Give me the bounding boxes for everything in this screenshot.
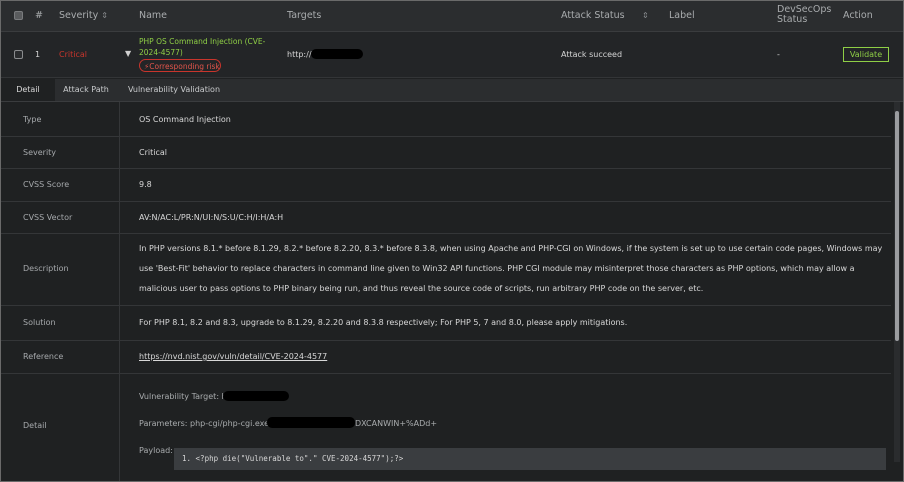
cvss-score-value: 9.8 [139,180,152,189]
header-targets: Targets [287,10,322,21]
target-value: http:// [287,50,312,59]
vuln-name-line2[interactable]: 2024-4577) [139,48,183,57]
reference-label: Reference [23,352,64,361]
scrollbar-thumb[interactable] [895,111,899,341]
detail-row-description: Description In PHP versions 8.1.* before… [1,233,891,306]
vulnerability-panel: # Severity ⇕ Name Targets Attack Status … [0,0,904,482]
table-row[interactable]: 1 Critical ▼ PHP OS Command Injection (C… [1,32,903,78]
severity-value: Critical [59,50,87,59]
detail-row-reference: Reference https://nvd.nist.gov/vuln/deta… [1,340,891,374]
header-name: Name [139,10,168,21]
header-severity[interactable]: Severity ⇕ [59,10,108,21]
sort-icon[interactable]: ⇕ [101,11,108,20]
detail-label: Detail [23,421,47,430]
header-label: Label [669,10,695,21]
description-value: In PHP versions 8.1.* before 8.1.29, 8.2… [139,244,883,293]
solution-label: Solution [23,318,56,327]
header-index: # [35,10,43,21]
detail-tabs: Detail Attack Path Vulnerability Validat… [1,79,903,102]
tab-vulnerability-validation[interactable]: Vulnerability Validation [121,79,227,101]
corresponding-risk-badge[interactable]: ⚡Corresponding risk [139,59,221,72]
row-index: 1 [35,50,41,59]
severity-label: Severity [23,148,57,157]
redacted-block [223,391,289,401]
type-label: Type [23,115,42,124]
vuln-name-line1[interactable]: PHP OS Command Injection (CVE- [139,37,265,46]
attack-status-sort-icon[interactable]: ⇕ [642,10,649,21]
devsecops-status-value: - [777,50,780,59]
description-label: Description [23,264,69,273]
header-devsecops-status: DevSecOps Status [777,4,832,25]
expand-caret-icon[interactable]: ▼ [125,49,131,58]
severity-detail-value: Critical [139,148,167,157]
detail-row-cvss-score: CVSS Score 9.8 [1,168,891,202]
payload-label: Payload: [139,446,173,455]
detail-row-solution: Solution For PHP 8.1, 8.2 and 8.3, upgra… [1,305,891,341]
redacted-block [311,49,363,59]
header-attack-status: Attack Status [561,10,625,21]
select-all-checkbox[interactable] [14,11,23,20]
parameters-prefix: Parameters: php-cgi/php-cgi.exe?% [139,419,281,428]
cvss-score-label: CVSS Score [23,180,70,189]
table-header: # Severity ⇕ Name Targets Attack Status … [1,1,903,32]
parameters-suffix: DXCANWIN+%ADd+ [355,419,438,428]
attack-status-value: Attack succeed [561,50,623,59]
reference-link[interactable]: https://nvd.nist.gov/vuln/detail/CVE-202… [139,352,327,361]
solution-value: For PHP 8.1, 8.2 and 8.3, upgrade to 8.1… [139,318,628,327]
header-severity-label: Severity [59,10,99,21]
validate-button[interactable]: Validate [843,47,889,62]
header-action: Action [843,10,873,21]
row-checkbox[interactable] [14,50,23,59]
corresponding-risk-label: Corresponding risk [149,62,220,71]
detail-row-severity: Severity Critical [1,136,891,169]
cvss-vector-value: AV:N/AC:L/PR:N/UI:N/S:U/C:H/I:H/A:H [139,213,284,222]
payload-code-box[interactable]: 1. <?php die("Vulnerable to"." CVE-2024-… [174,448,886,470]
type-value: OS Command Injection [139,115,231,124]
detail-row-cvss-vector: CVSS Vector AV:N/AC:L/PR:N/UI:N/S:U/C:H/… [1,201,891,234]
detail-row-type: Type OS Command Injection [1,102,891,137]
redacted-block [267,417,355,428]
tab-attack-path[interactable]: Attack Path [57,79,115,101]
tab-detail[interactable]: Detail [1,79,55,101]
cvss-vector-label: CVSS Vector [23,213,73,222]
